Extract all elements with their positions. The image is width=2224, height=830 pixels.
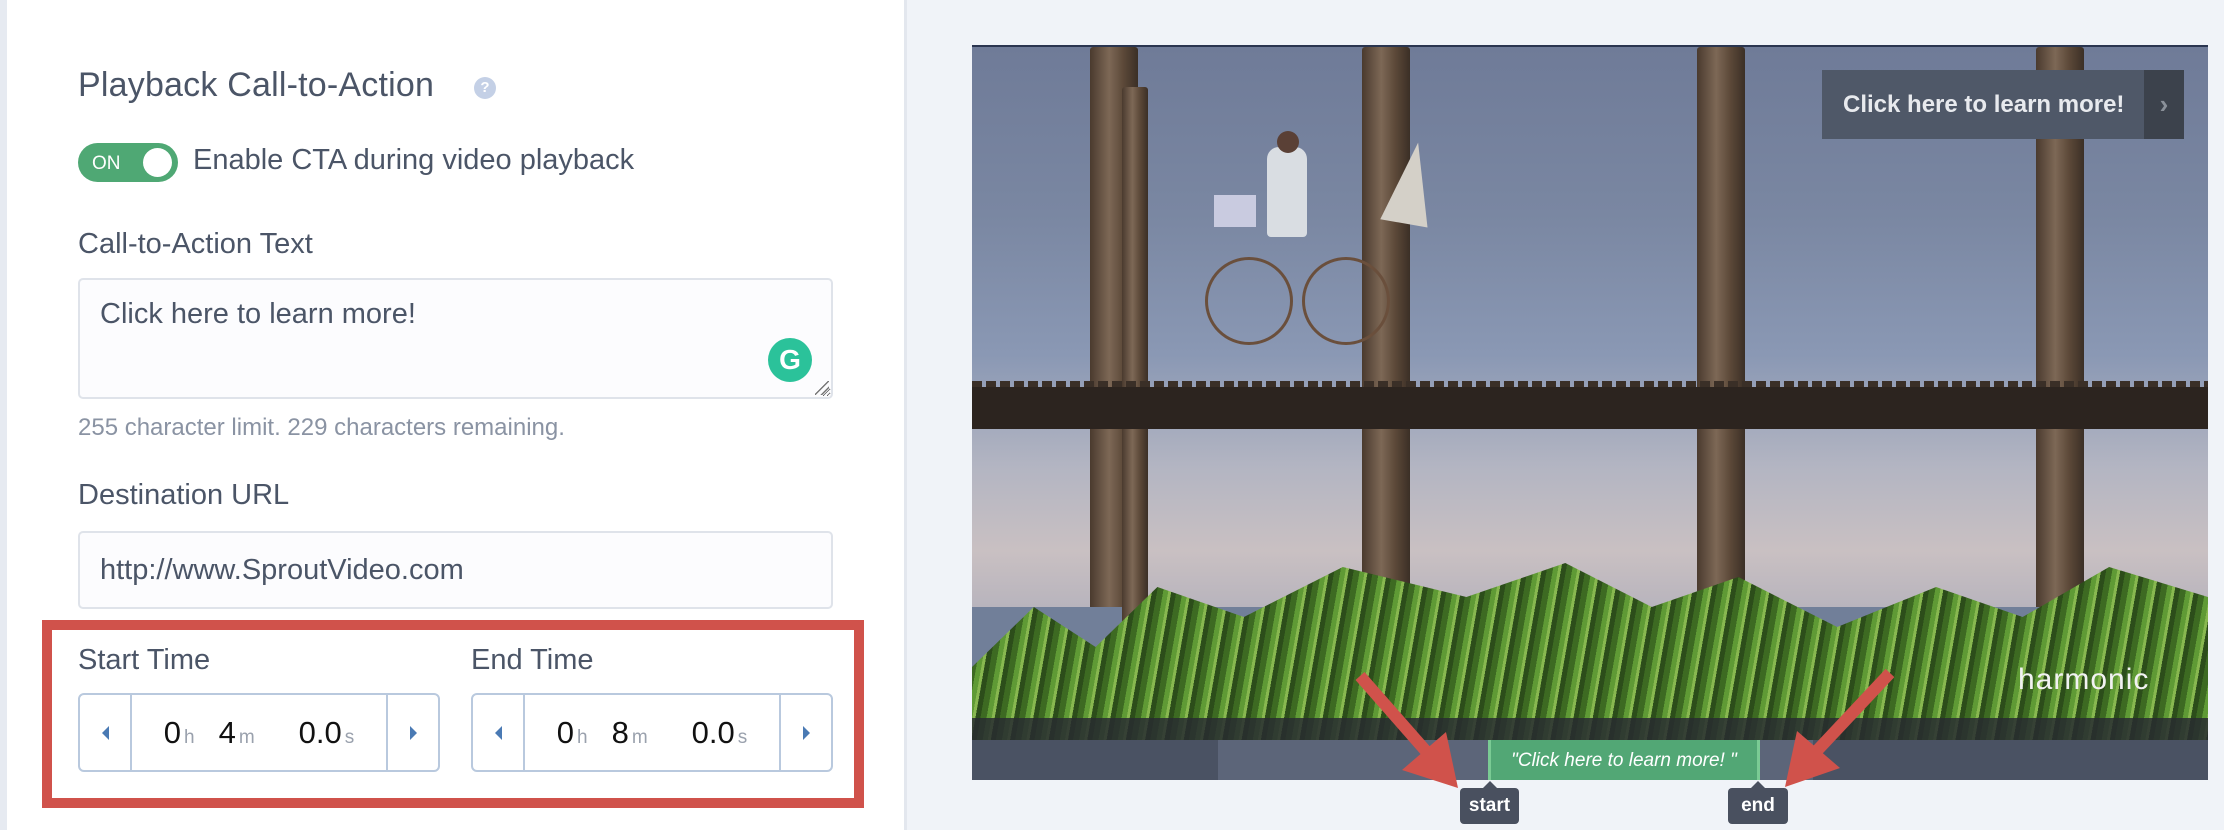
bicycle-wheel bbox=[1302, 257, 1390, 345]
destination-url-input[interactable] bbox=[78, 531, 833, 609]
toggle-description: Enable CTA during video playback bbox=[193, 144, 635, 176]
end-hours: 0 bbox=[556, 714, 574, 750]
caret-right-icon bbox=[802, 725, 810, 740]
start-time-decrement-button[interactable] bbox=[80, 695, 132, 770]
start-time-stepper: 0h 4m 0.0 s bbox=[78, 693, 440, 772]
end-time-label: End Time bbox=[471, 644, 594, 676]
hours-unit: h bbox=[183, 726, 195, 748]
end-marker[interactable]: end bbox=[1728, 781, 1788, 824]
timeline-cta-segment[interactable]: "Click here to learn more! " bbox=[1488, 740, 1760, 780]
minutes-unit: m bbox=[238, 726, 255, 748]
start-hours: 0 bbox=[163, 714, 181, 750]
seconds-unit: s bbox=[344, 726, 355, 748]
end-time-value[interactable]: 0h 8m 0.0 s bbox=[525, 695, 779, 770]
bicycle-basket bbox=[1214, 195, 1256, 227]
caret-left-icon bbox=[101, 725, 109, 740]
resize-handle-icon[interactable] bbox=[815, 381, 829, 395]
cta-timeline[interactable]: "Click here to learn more! " bbox=[972, 740, 2208, 780]
bridge-post bbox=[1697, 47, 1745, 607]
start-time-value[interactable]: 0h 4m 0.0 s bbox=[132, 695, 386, 770]
bridge-post bbox=[1122, 87, 1148, 647]
bicycle-wheel bbox=[1205, 257, 1293, 345]
bridge-deck bbox=[972, 387, 2208, 429]
destination-url-label: Destination URL bbox=[78, 479, 290, 511]
help-icon[interactable]: ? bbox=[474, 77, 496, 99]
start-time-increment-button[interactable] bbox=[386, 695, 438, 770]
end-seconds: 0.0 bbox=[691, 714, 735, 750]
cta-overlay-button[interactable]: Click here to learn more! › bbox=[1822, 70, 2184, 139]
harmonic-watermark: harmonic bbox=[2018, 663, 2150, 696]
left-gutter bbox=[0, 0, 7, 830]
cta-text-input[interactable]: Click here to learn more! bbox=[78, 278, 833, 399]
player-controls-bar[interactable] bbox=[972, 718, 2208, 742]
chevron-right-icon: › bbox=[2144, 70, 2184, 139]
section-title: Playback Call-to-Action bbox=[78, 66, 435, 104]
hours-unit: h bbox=[576, 726, 588, 748]
start-time-label: Start Time bbox=[78, 644, 211, 676]
cta-text-label: Call-to-Action Text bbox=[78, 228, 313, 260]
cyclist bbox=[1267, 147, 1307, 237]
minutes-unit: m bbox=[631, 726, 648, 748]
end-time-stepper: 0h 8m 0.0 s bbox=[471, 693, 833, 772]
caret-left-icon bbox=[494, 725, 502, 740]
character-limit-helper: 255 character limit. 229 characters rema… bbox=[78, 414, 565, 441]
seconds-unit: s bbox=[737, 726, 748, 748]
end-time-increment-button[interactable] bbox=[779, 695, 831, 770]
start-seconds: 0.0 bbox=[298, 714, 342, 750]
end-minutes: 8 bbox=[611, 714, 629, 750]
grammarly-icon[interactable]: G bbox=[768, 338, 812, 382]
cyclist-head bbox=[1277, 131, 1299, 153]
video-preview[interactable]: harmonic Click here to learn more! › "Cl… bbox=[972, 45, 2208, 780]
cta-overlay-text: Click here to learn more! bbox=[1822, 70, 2144, 139]
toggle-state-label: ON bbox=[92, 153, 121, 174]
start-minutes: 4 bbox=[218, 714, 236, 750]
caret-right-icon bbox=[409, 725, 417, 740]
start-marker[interactable]: start bbox=[1460, 781, 1519, 824]
end-time-decrement-button[interactable] bbox=[473, 695, 525, 770]
enable-cta-toggle[interactable]: ON bbox=[78, 143, 178, 182]
panel-divider bbox=[904, 0, 907, 830]
toggle-knob bbox=[143, 148, 172, 177]
